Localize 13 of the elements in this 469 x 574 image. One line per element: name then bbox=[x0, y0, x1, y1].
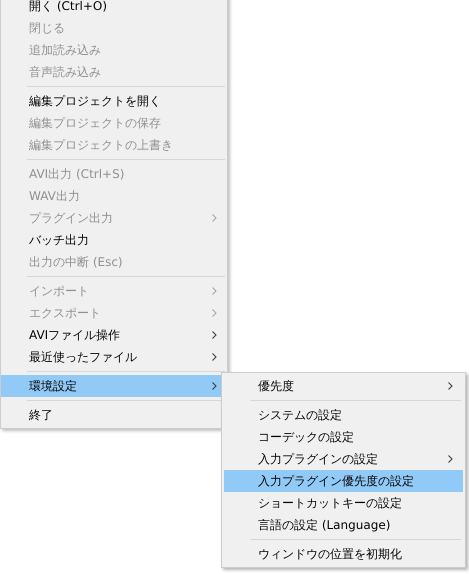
menu-item[interactable]: 編集プロジェクトを開く bbox=[1, 90, 227, 112]
menu-item[interactable]: AVIファイル操作 bbox=[1, 324, 227, 346]
menu-item[interactable]: 最近使ったファイル bbox=[1, 346, 227, 368]
menu-item[interactable]: 入力プラグインの設定 bbox=[224, 448, 463, 470]
menu-item[interactable]: 開く (Ctrl+O) bbox=[1, 0, 227, 17]
menu-item[interactable]: ウィンドウの位置を初期化 bbox=[224, 543, 463, 565]
menu-item[interactable]: 優先度 bbox=[224, 375, 463, 397]
menu-item[interactable]: 言語の設定 (Language) bbox=[224, 514, 463, 536]
menu-item[interactable]: システムの設定 bbox=[224, 404, 463, 426]
menu-item[interactable]: バッチ出力 bbox=[1, 229, 227, 251]
menu-item[interactable]: ショートカットキーの設定 bbox=[224, 492, 463, 514]
menu-item[interactable]: 入力プラグイン優先度の設定 bbox=[224, 470, 463, 492]
menu-item[interactable]: コーデックの設定 bbox=[224, 426, 463, 448]
